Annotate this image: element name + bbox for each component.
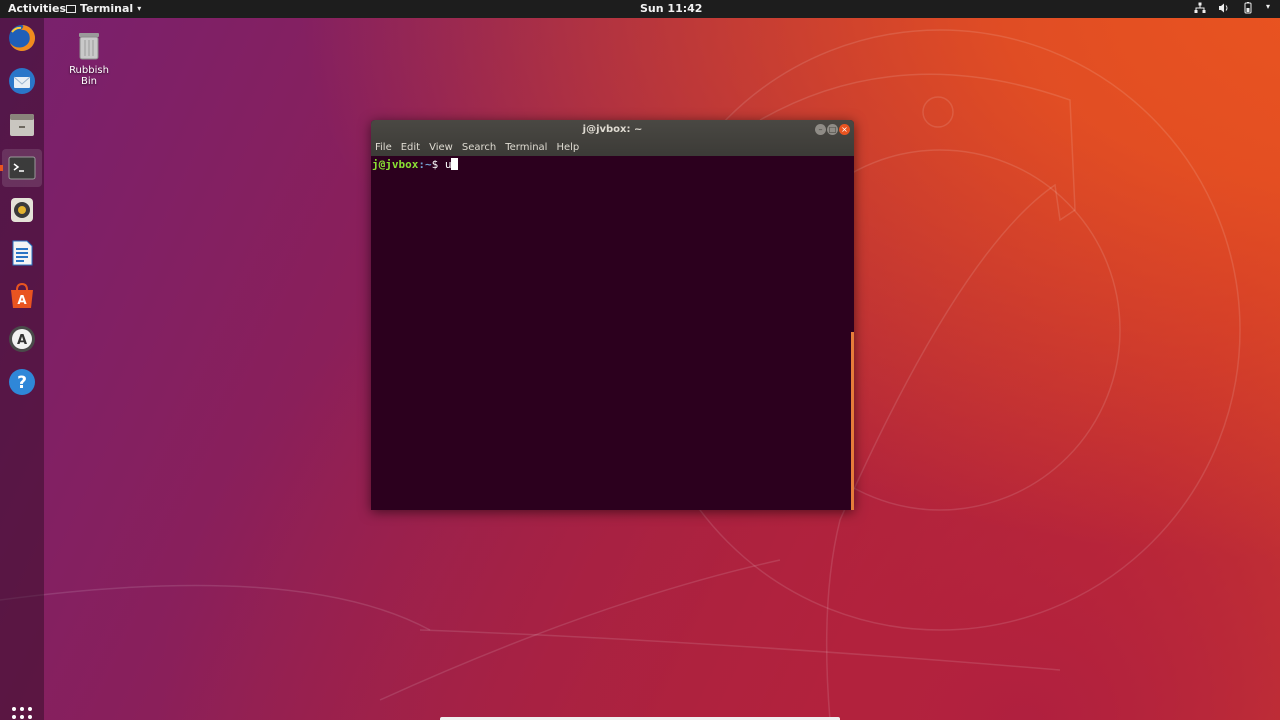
prompt-symbol: $ xyxy=(431,158,445,171)
chevron-down-icon: ▾ xyxy=(1265,2,1270,11)
files-icon xyxy=(10,114,34,136)
dock-item-rhythmbox[interactable] xyxy=(6,194,38,226)
trash-label: Rubbish Bin xyxy=(69,65,109,87)
terminal-window[interactable]: j@jvbox: ~ – □ × File Edit View Search T… xyxy=(371,120,854,510)
app-menu-label: Terminal xyxy=(80,2,134,15)
clock[interactable]: Sun 11:42 xyxy=(640,2,702,15)
dock-item-firefox[interactable] xyxy=(6,22,38,54)
terminal-small-icon xyxy=(66,4,76,13)
terminal-header[interactable]: j@jvbox: ~ – □ × File Edit View Search T… xyxy=(371,120,854,156)
dock-item-terminal[interactable] xyxy=(0,152,38,184)
scroll-indicator xyxy=(851,332,854,510)
close-button[interactable]: × xyxy=(839,124,850,135)
maximize-button[interactable]: □ xyxy=(827,124,838,135)
dock: A A ? xyxy=(0,18,44,720)
dock-item-files[interactable] xyxy=(6,108,38,140)
menu-help[interactable]: Help xyxy=(556,142,579,153)
dock-item-thunderbird[interactable] xyxy=(6,65,38,97)
top-bar: Activities Terminal ▾ Sun 11:42 ▾ xyxy=(0,0,1280,18)
help-icon: ? xyxy=(9,369,35,395)
firefox-icon xyxy=(9,25,35,51)
dock-item-writer[interactable] xyxy=(6,237,38,269)
menu-edit[interactable]: Edit xyxy=(401,142,420,153)
dock-item-updater[interactable]: A xyxy=(6,323,38,355)
svg-text:?: ? xyxy=(17,373,27,393)
svg-text:A: A xyxy=(17,293,27,307)
window-title: j@jvbox: ~ xyxy=(582,124,643,135)
terminal-icon xyxy=(8,156,36,180)
dock-item-software[interactable]: A xyxy=(6,280,38,312)
terminal-output[interactable]: j@jvbox:~$ u xyxy=(371,156,854,510)
software-updater-icon: A xyxy=(9,326,35,352)
app-menu-terminal[interactable]: Terminal ▾ xyxy=(66,2,141,15)
prompt-user: j@jvbox xyxy=(372,158,419,171)
trash-icon xyxy=(79,33,99,60)
volume-icon xyxy=(1218,3,1228,13)
dock-item-help[interactable]: ? xyxy=(6,366,38,398)
rhythmbox-icon xyxy=(11,198,33,222)
system-tray[interactable]: ▾ xyxy=(1194,2,1270,14)
desktop-icon-rubbish-bin[interactable]: Rubbish Bin xyxy=(60,28,118,87)
apps-grid-icon[interactable] xyxy=(12,707,32,720)
chevron-down-icon: ▾ xyxy=(137,4,142,13)
svg-text:A: A xyxy=(17,333,27,348)
activities-button[interactable]: Activities xyxy=(8,2,66,15)
terminal-menubar: File Edit View Search Terminal Help xyxy=(375,142,579,153)
minimize-button[interactable]: – xyxy=(815,124,826,135)
typed-input: u xyxy=(444,158,452,171)
menu-search[interactable]: Search xyxy=(462,142,496,153)
window-controls: – □ × xyxy=(815,124,850,135)
menu-view[interactable]: View xyxy=(429,142,453,153)
prompt-path: :~ xyxy=(418,158,432,171)
menu-file[interactable]: File xyxy=(375,142,392,153)
text-cursor xyxy=(451,158,459,170)
power-icon xyxy=(1244,2,1252,14)
software-center-icon: A xyxy=(11,282,33,308)
libreoffice-writer-icon xyxy=(12,240,33,266)
thunderbird-icon xyxy=(9,68,35,94)
network-icon xyxy=(1194,2,1206,13)
menu-terminal[interactable]: Terminal xyxy=(505,142,547,153)
